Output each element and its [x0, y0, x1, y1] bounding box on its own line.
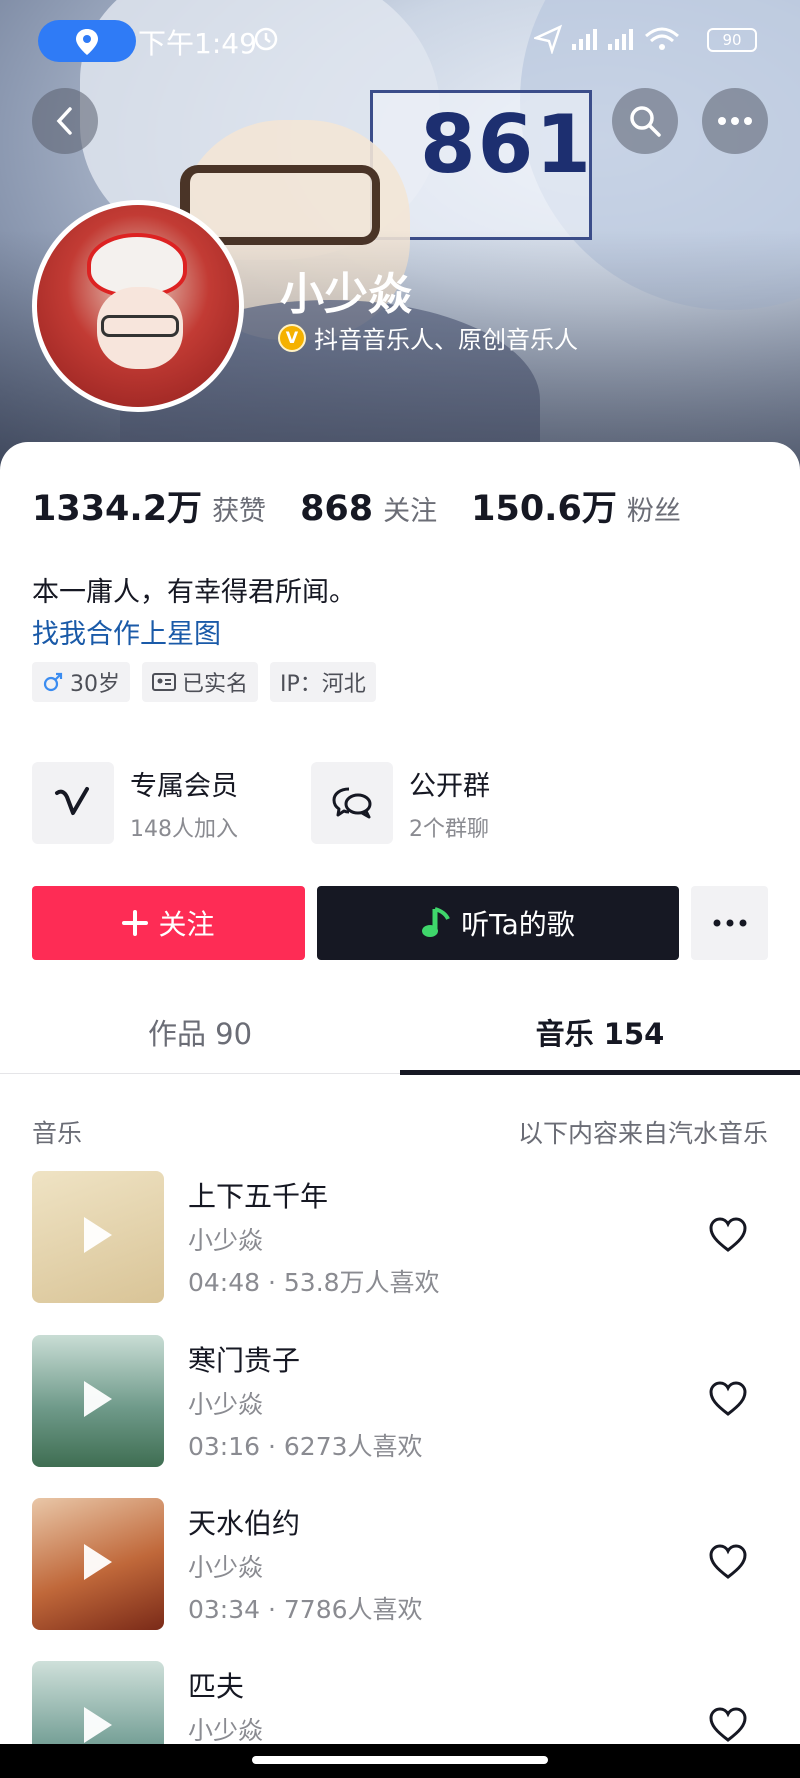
tag-ip: IP：河北	[270, 662, 376, 702]
membership-entry[interactable]: 专属会员 148人加入	[32, 762, 238, 844]
song-artist: 小少焱	[188, 1226, 264, 1255]
music-section-header: 音乐 以下内容来自汽水音乐	[32, 1114, 768, 1150]
search-button[interactable]	[612, 88, 678, 154]
song-cover[interactable]	[32, 1335, 164, 1467]
profile-stats: 1334.2万 获赞 868 关注 150.6万 粉丝	[32, 480, 715, 531]
status-bar: 下午1:49 90	[0, 0, 800, 80]
avatar[interactable]	[32, 200, 244, 412]
tag-verified-id: 已实名	[142, 662, 259, 702]
membership-text: 专属会员 148人加入	[130, 764, 238, 843]
song-artist: 小少焱	[188, 1716, 264, 1745]
play-icon	[84, 1381, 112, 1417]
id-card-icon	[152, 673, 176, 691]
active-tab-indicator	[400, 1070, 800, 1075]
song-artist: 小少焱	[188, 1390, 264, 1419]
alarm-icon	[254, 27, 278, 51]
song-title: 匹夫	[188, 1670, 245, 1703]
song-title: 寒门贵子	[188, 1344, 301, 1377]
status-time: 下午1:49	[138, 27, 257, 60]
banner-number: 861	[420, 98, 593, 191]
play-icon	[84, 1544, 112, 1580]
song-artist: 小少焱	[188, 1553, 264, 1582]
follow-label: 关注	[158, 908, 215, 941]
avatar-glasses	[101, 315, 179, 337]
verified-badge-icon: V	[278, 323, 306, 352]
feature-icon-box	[32, 762, 114, 844]
avatar-image	[37, 205, 239, 407]
song-item[interactable]: 天水伯约 小少焱 03:34 · 7786人喜欢	[32, 1498, 768, 1630]
heart-icon[interactable]	[708, 1381, 748, 1417]
verified-row: V 抖音音乐人、原创音乐人	[278, 320, 578, 355]
tag-ip-text: IP：河北	[280, 672, 366, 697]
signal-wifi-icons	[534, 24, 679, 54]
plus-icon	[122, 910, 149, 936]
group-chat-title: 公开群	[409, 770, 490, 802]
music-note-icon	[422, 907, 451, 937]
profile-bio: 本一庸人，有幸得君所闻。	[32, 577, 356, 608]
song-meta: 04:48 · 53.8万人喜欢	[188, 1268, 440, 1297]
more-dots-icon	[718, 117, 752, 125]
group-chat-entry[interactable]: 公开群 2个群聊	[311, 762, 490, 844]
heart-icon[interactable]	[708, 1707, 748, 1743]
feature-icon-box	[311, 762, 393, 844]
more-dots-icon	[713, 919, 746, 927]
v-membership-icon	[55, 787, 89, 815]
listen-label: 听Ta的歌	[461, 908, 575, 941]
tab-music[interactable]: 音乐 154	[400, 990, 800, 1074]
verified-text: 抖音音乐人、原创音乐人	[314, 326, 578, 354]
song-cover[interactable]	[32, 1498, 164, 1630]
tag-age: 30岁	[32, 662, 130, 702]
song-title: 上下五千年	[188, 1180, 329, 1213]
followers-count[interactable]: 150.6万	[471, 480, 617, 531]
song-item[interactable]: 上下五千年 小少焱 04:48 · 53.8万人喜欢	[32, 1171, 768, 1303]
group-chat-icon	[332, 787, 372, 819]
more-options-button[interactable]	[702, 88, 768, 154]
back-button[interactable]	[32, 88, 98, 154]
male-icon	[43, 672, 63, 692]
heart-icon[interactable]	[708, 1217, 748, 1253]
listen-songs-button[interactable]: 听Ta的歌	[317, 886, 679, 960]
music-section-title: 音乐	[32, 1119, 83, 1148]
heart-icon[interactable]	[708, 1544, 748, 1580]
more-actions-button[interactable]	[691, 886, 768, 960]
search-icon	[630, 106, 661, 137]
content-tabs: 作品 90 音乐 154	[0, 990, 800, 1075]
home-indicator[interactable]	[252, 1756, 548, 1764]
song-meta: 03:34 · 7786人喜欢	[188, 1595, 423, 1624]
song-title: 天水伯约	[188, 1507, 301, 1540]
chevron-left-icon	[56, 107, 72, 135]
following-count[interactable]: 868	[300, 489, 373, 529]
profile-card: 1334.2万 获赞 868 关注 150.6万 粉丝 本一庸人，有幸得君所闻。…	[0, 442, 800, 1778]
likes-count[interactable]: 1334.2万	[32, 480, 202, 531]
tag-age-text: 30岁	[70, 672, 120, 697]
followers-label: 粉丝	[626, 496, 681, 527]
following-label: 关注	[383, 496, 438, 527]
follow-button[interactable]: 关注	[32, 886, 305, 960]
music-source-note: 以下内容来自汽水音乐	[517, 1119, 768, 1148]
likes-label: 获赞	[212, 496, 267, 527]
profile-tags: 30岁 已实名 IP：河北	[32, 662, 388, 702]
song-cover[interactable]	[32, 1171, 164, 1303]
tab-works[interactable]: 作品 90	[0, 990, 400, 1074]
collab-link[interactable]: 找我合作上星图	[32, 612, 221, 651]
battery-indicator: 90	[707, 28, 757, 52]
group-chat-text: 公开群 2个群聊	[409, 764, 490, 843]
song-item[interactable]: 寒门贵子 小少焱 03:16 · 6273人喜欢	[32, 1335, 768, 1467]
location-pin-icon	[76, 29, 98, 55]
group-chat-subtitle: 2个群聊	[409, 816, 489, 842]
song-meta: 03:16 · 6273人喜欢	[188, 1432, 423, 1461]
play-icon	[84, 1217, 112, 1253]
membership-title: 专属会员	[130, 770, 238, 802]
membership-subtitle: 148人加入	[130, 816, 238, 842]
location-pill	[38, 20, 136, 62]
tag-verified-id-text: 已实名	[182, 672, 249, 697]
play-icon	[84, 1707, 112, 1743]
profile-name: 小少焱	[280, 269, 412, 320]
